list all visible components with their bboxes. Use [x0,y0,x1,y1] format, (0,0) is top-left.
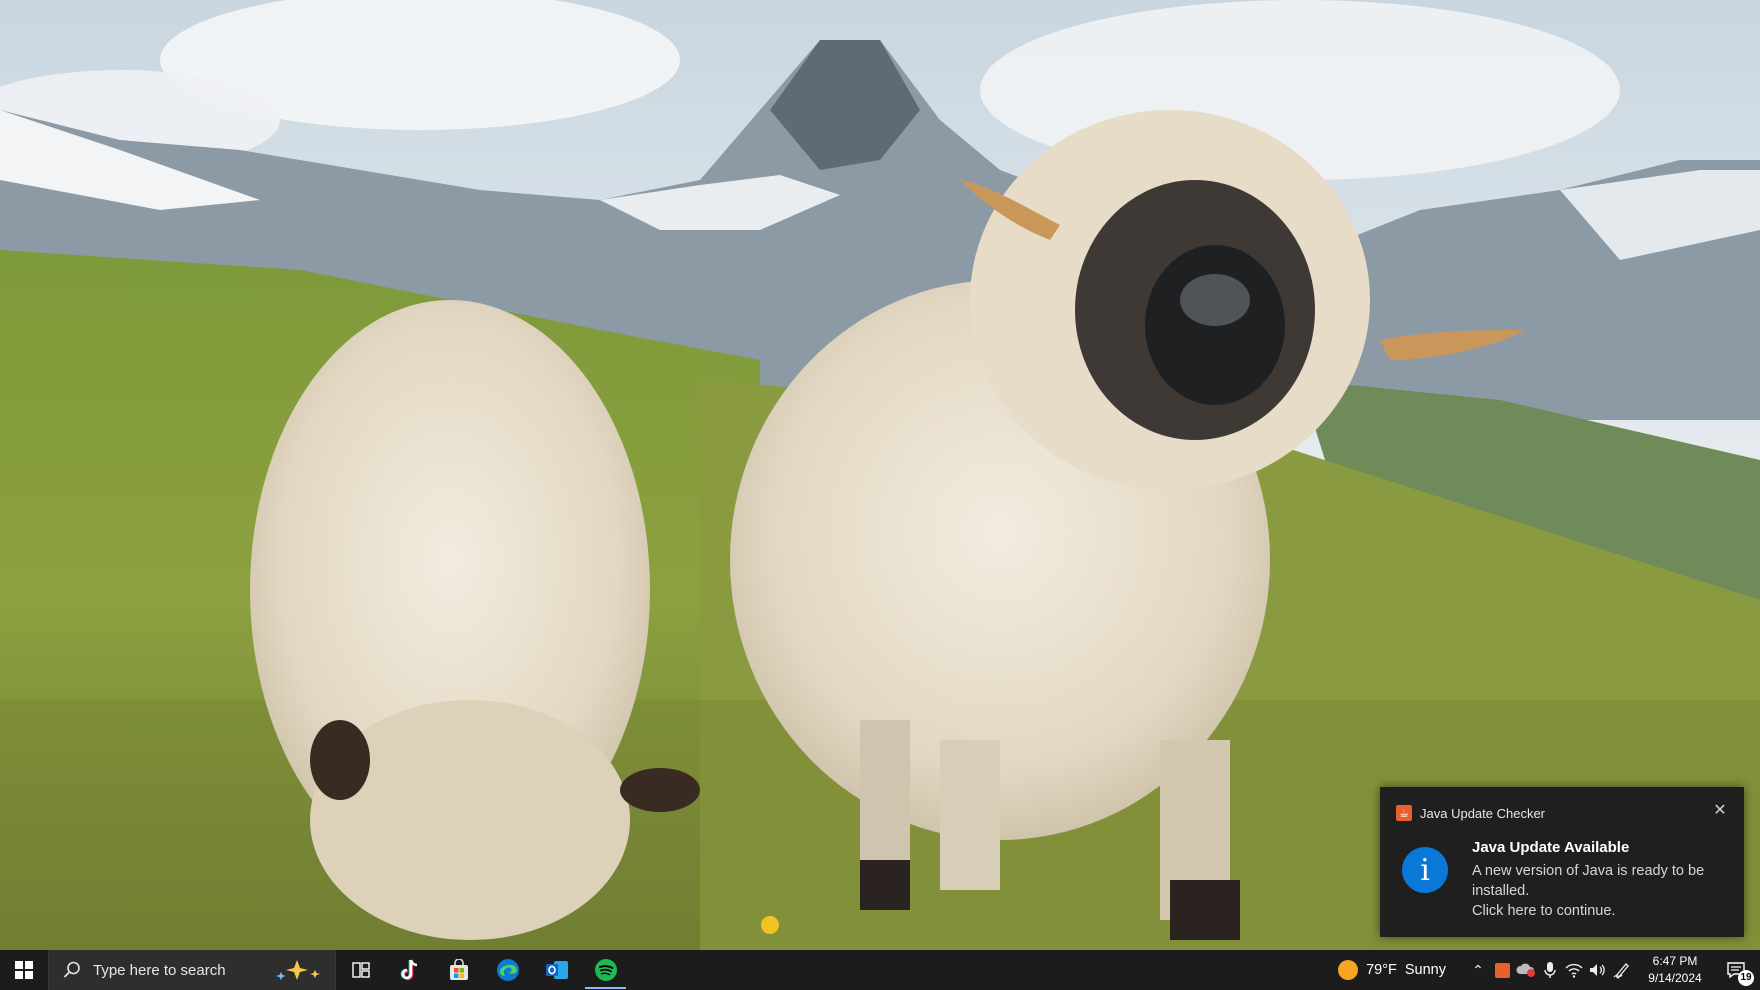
clock-date: 9/14/2024 [1648,971,1702,985]
clock[interactable]: 6:47 PM 9/14/2024 [1638,953,1712,987]
close-icon[interactable]: ✕ [1710,801,1730,821]
microphone-icon[interactable] [1538,950,1562,990]
weather-temp: 79°F [1366,962,1397,978]
java-tray-icon[interactable] [1490,950,1514,990]
start-button[interactable] [0,950,48,990]
outlook-button[interactable] [532,950,581,990]
edge-button[interactable] [483,950,532,990]
tiktok-icon [400,959,417,981]
weather-widget[interactable]: 79°F Sunny [1338,960,1446,980]
onedrive-error-icon[interactable] [1514,950,1538,990]
task-view-button[interactable] [336,950,385,990]
sun-icon [1338,960,1359,980]
search-box[interactable]: Type here to search [48,950,336,990]
system-tray: 79°F Sunny ⌃ 6:47 PM 9/14/2024 19 [1338,950,1760,990]
spotify-button[interactable] [581,950,630,990]
taskbar: Type here to search 79°F Sunny ⌃ 6:47 PM… [0,950,1760,990]
notification-center-button[interactable]: 19 [1712,950,1760,990]
toast-title: Java Update Available [1472,839,1630,856]
search-icon [63,961,80,978]
pen-icon[interactable] [1610,950,1634,990]
search-placeholder: Type here to search [93,961,226,979]
java-icon: ☕ [1396,805,1412,821]
java-update-toast[interactable]: ☕ Java Update Checker ✕ i Java Update Av… [1380,787,1744,937]
microsoft-store-button[interactable] [434,950,483,990]
cloud-icon [1516,963,1535,977]
clock-time: 6:47 PM [1652,954,1698,968]
chevron-up-icon[interactable]: ⌃ [1466,950,1490,990]
toast-action-text[interactable]: Click here to continue. [1472,901,1722,921]
spotify-icon [594,959,617,981]
store-icon [449,959,468,980]
wifi-icon[interactable] [1562,950,1586,990]
weather-condition: Sunny [1404,962,1446,978]
notification-count-badge: 19 [1738,970,1754,986]
toast-app-name: Java Update Checker [1420,805,1546,821]
task-view-icon [351,962,370,978]
tiktok-button[interactable] [385,950,434,990]
volume-icon[interactable] [1586,950,1610,990]
toast-body: A new version of Java is ready to be ins… [1472,861,1722,921]
search-highlight-icon [276,960,320,980]
outlook-icon [545,961,568,979]
windows-logo-icon [15,961,33,979]
toast-header: ☕ Java Update Checker [1396,803,1545,823]
info-icon: i [1402,847,1448,893]
edge-icon [496,959,519,981]
toast-message: A new version of Java is ready to be ins… [1472,863,1705,899]
